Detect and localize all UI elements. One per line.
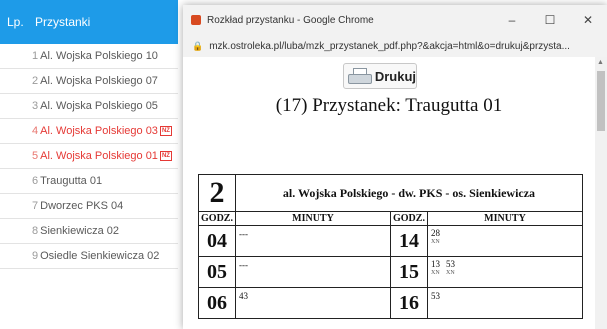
stop-name: Al. Wojska Polskiego 03 [40, 125, 158, 137]
stop-list: 1 Al. Wojska Polskiego 10 2 Al. Wojska Pols… [0, 44, 178, 269]
url-text[interactable]: mzk.ostroleka.pl/luba/mzk_przystanek_pdf… [209, 41, 570, 52]
printer-icon [348, 68, 372, 84]
lp-header: Lp. [7, 15, 24, 29]
minute-value: --- [239, 260, 248, 270]
minutes-cell: --- [235, 225, 391, 257]
hour-cell: 06 [198, 287, 236, 319]
minutes-cell: 43 [235, 287, 391, 319]
hour-cell: 05 [198, 256, 236, 288]
minutes-cell: 53 [426, 287, 584, 319]
minutes-cell: 28 XN [426, 225, 584, 257]
minute-entry: 28 XN [431, 229, 440, 247]
page-content: Drukuj (17) Przystanek: Traugutta 01 2 a… [183, 57, 595, 329]
timetable-header-row: GODZ. MINUTY GODZ. MINUTY [198, 211, 584, 226]
stop-name: Al. Wojska Polskiego 07 [40, 75, 158, 87]
hour-header-left: GODZ. [198, 211, 236, 226]
minute-entry: 43 [239, 292, 248, 301]
stop-number: 8 [32, 225, 39, 237]
minute-entry: --- [239, 230, 248, 239]
minute-entry: 53 [431, 292, 440, 301]
stop-number: 1 [32, 50, 39, 62]
window-title: Rozkład przystanku - Google Chrome [207, 14, 374, 26]
stop-number: 5 [32, 150, 39, 162]
print-button[interactable]: Drukuj [343, 63, 417, 89]
stop-list-item[interactable]: 4 Al. Wojska Polskiego 03 NŻ [0, 119, 178, 144]
stop-list-item[interactable]: 2 Al. Wojska Polskiego 07 [0, 69, 178, 94]
stop-list-item[interactable]: 1 Al. Wojska Polskiego 10 [0, 44, 178, 69]
stop-number: 4 [32, 125, 39, 137]
minimize-button[interactable]: – [493, 13, 531, 27]
stop-name: Al. Wojska Polskiego 05 [40, 100, 158, 112]
minute-value: 53 [430, 291, 440, 301]
stop-list-item[interactable]: 8 Sienkiewicza 02 [0, 219, 178, 244]
timetable: 2 al. Wojska Polskiego - dw. PKS - os. S… [198, 174, 584, 319]
minute-entry: 13 XN [431, 260, 440, 278]
on-demand-badge: NŻ [159, 126, 172, 136]
timetable-row: 05 --- 15 13 XN 53 XN [198, 256, 584, 288]
stops-header: Lp. Przystanki [0, 0, 178, 44]
print-button-label: Drukuj [374, 68, 416, 84]
stop-number: 2 [32, 75, 39, 87]
stop-number: 6 [32, 175, 39, 187]
stop-list-item[interactable]: 5 Al. Wojska Polskiego 01 NŻ [0, 144, 178, 169]
minutes-cell: 13 XN 53 XN [426, 256, 584, 288]
stop-number: 3 [32, 100, 39, 112]
stop-name: Traugutta 01 [40, 175, 103, 187]
maximize-button[interactable]: ☐ [531, 13, 569, 27]
address-bar[interactable]: 🔒 mzk.ostroleka.pl/luba/mzk_przystanek_p… [183, 35, 607, 58]
hour-cell: 04 [198, 225, 236, 257]
stop-name: Al. Wojska Polskiego 01 [40, 150, 158, 162]
stop-list-item[interactable]: 6 Traugutta 01 [0, 169, 178, 194]
close-button[interactable]: ✕ [569, 13, 607, 27]
minute-note: XN [430, 239, 440, 245]
browser-popup-window: Rozkład przystanku - Google Chrome – ☐ ✕… [183, 5, 607, 329]
stop-title: (17) Przystanek: Traugutta 01 [275, 95, 503, 116]
scroll-up-icon[interactable]: ▲ [597, 59, 604, 66]
minute-entry: 53 XN [446, 260, 455, 278]
stop-name: Sienkiewicza 02 [40, 225, 119, 237]
minutes-header-right: MINUTY [426, 211, 584, 226]
line-number: 2 [198, 174, 236, 212]
timetable-row: 06 43 16 53 [198, 287, 584, 319]
minute-value: --- [239, 229, 248, 239]
line-row: 2 al. Wojska Polskiego - dw. PKS - os. S… [198, 174, 583, 212]
hour-header-right: GODZ. [389, 211, 428, 226]
minutes-header-left: MINUTY [235, 211, 391, 226]
favicon-icon [191, 15, 201, 25]
route-description: al. Wojska Polskiego - dw. PKS - os. Sie… [235, 174, 583, 212]
minute-note: XN [445, 270, 455, 276]
lock-icon: 🔒 [192, 40, 204, 51]
stop-list-item[interactable]: 9 Osiedle Sienkiewicza 02 [0, 244, 178, 269]
minute-entry: --- [239, 261, 248, 270]
minute-value: 53 [445, 259, 455, 269]
scrollbar-thumb[interactable] [597, 71, 605, 131]
stop-number: 7 [32, 200, 39, 212]
minute-value: 43 [239, 291, 248, 301]
stop-name: Dworzec PKS 04 [40, 200, 124, 212]
hour-cell: 16 [389, 287, 428, 319]
hour-cell: 14 [389, 225, 428, 257]
stops-header-title: Przystanki [35, 15, 91, 29]
stop-name: Al. Wojska Polskiego 10 [40, 50, 158, 62]
window-titlebar: Rozkład przystanku - Google Chrome – ☐ ✕ [183, 5, 607, 35]
minute-value: 13 [430, 259, 440, 269]
minutes-cell: --- [235, 256, 391, 288]
stop-number: 9 [32, 250, 39, 262]
on-demand-badge: NŻ [159, 151, 172, 161]
stops-panel: Lp. Przystanki 1 Al. Wojska Polskiego 10 2… [0, 0, 178, 329]
minute-value: 28 [430, 228, 440, 238]
minute-note: XN [430, 270, 440, 276]
stop-list-item[interactable]: 3 Al. Wojska Polskiego 05 [0, 94, 178, 119]
timetable-row: 04 --- 14 28 XN [198, 225, 584, 257]
stop-name: Osiedle Sienkiewicza 02 [40, 250, 160, 262]
hour-cell: 15 [389, 256, 428, 288]
stop-list-item[interactable]: 7 Dworzec PKS 04 [0, 194, 178, 219]
scrollbar[interactable]: ▲ [595, 57, 607, 329]
